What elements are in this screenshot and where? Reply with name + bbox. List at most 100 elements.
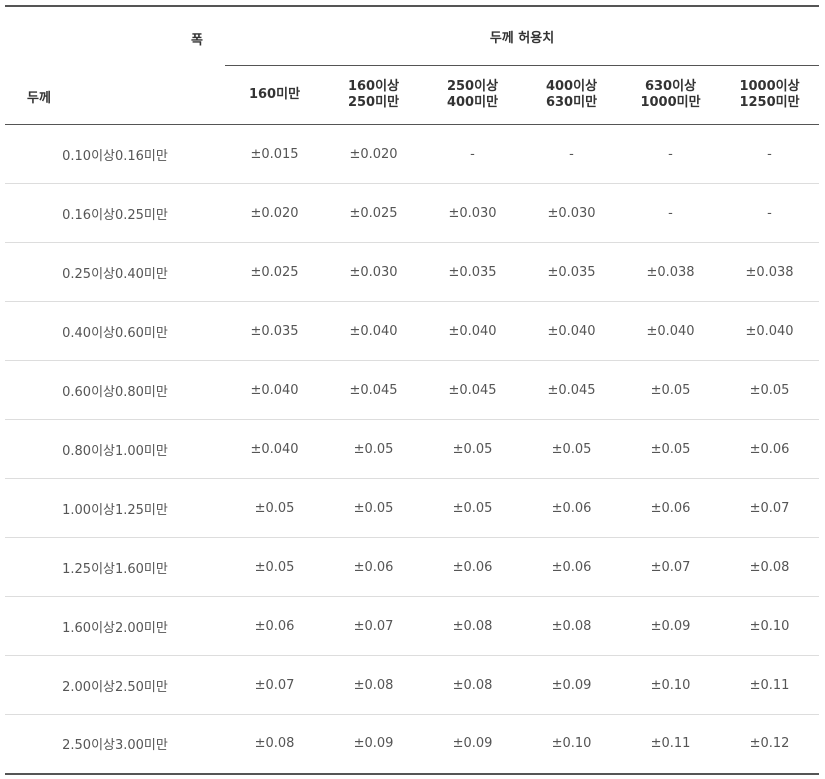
thickness-range-cell: 0.25이상0.40미만: [5, 242, 225, 302]
table-row: 0.25이상0.40미만 ±0.025 ±0.030 ±0.035 ±0.035 ±0.0…: [5, 242, 820, 302]
thickness-range-cell: 0.60이상0.80미만: [5, 360, 225, 420]
tolerance-value-cell: -: [522, 124, 621, 184]
table-row: 2.00이상2.50미만 ±0.07 ±0.08 ±0.08 ±0.09 ±0.10 ±0.…: [5, 655, 820, 715]
thickness-range-label: 2.50이상3.00미만: [62, 738, 168, 754]
tolerance-value-cell: ±0.08: [720, 537, 820, 597]
tolerance-value-cell: ±0.05: [522, 419, 621, 479]
tolerance-value-cell: ±0.05: [423, 419, 522, 479]
tolerance-value-cell: ±0.015: [225, 124, 324, 184]
width-column-header-line2: 1000미만: [640, 95, 701, 110]
tolerance-value-cell: ±0.035: [522, 242, 621, 302]
tolerance-value-cell: ±0.040: [225, 360, 324, 420]
thickness-label: 두께: [27, 91, 51, 106]
tolerance-value-cell: ±0.06: [522, 478, 621, 538]
width-column-header: 250이상 400미만: [423, 65, 522, 125]
tolerance-value-cell: ±0.07: [621, 537, 720, 597]
tolerance-value-cell: ±0.07: [720, 478, 820, 538]
width-column-header: 160미만: [225, 65, 324, 125]
tolerance-value-cell: ±0.05: [324, 478, 423, 538]
thickness-range-label: 0.16이상0.25미만: [62, 207, 168, 223]
tolerance-value-cell: ±0.09: [423, 714, 522, 775]
tolerance-value-cell: ±0.05: [423, 478, 522, 538]
page: 폭 두께 두께 허용치 160미만 160이상 250미만 250이상 400미만 400…: [0, 0, 825, 779]
tolerance-value-cell: ±0.11: [621, 714, 720, 775]
table-body: 0.10이상0.16미만 ±0.015 ±0.020- - - -0.16이상0.25미만…: [5, 124, 820, 775]
width-column-header: 1000이상 1250미만: [720, 65, 820, 125]
tolerance-value-cell: ±0.040: [522, 301, 621, 361]
tolerance-value-cell: ±0.08: [324, 655, 423, 715]
tolerance-value-cell: ±0.08: [423, 655, 522, 715]
tolerance-value-cell: ±0.06: [225, 596, 324, 656]
tolerance-value-cell: ±0.040: [423, 301, 522, 361]
tolerance-value-cell: ±0.07: [324, 596, 423, 656]
tolerance-value-cell: ±0.045: [423, 360, 522, 420]
width-column-header: 630이상 1000미만: [621, 65, 720, 125]
tolerance-value-cell: ±0.12: [720, 714, 820, 775]
width-label: 폭: [191, 33, 203, 48]
tolerance-value-cell: ±0.10: [621, 655, 720, 715]
thickness-range-cell: 0.10이상0.16미만: [5, 124, 225, 184]
table-row: 0.10이상0.16미만 ±0.015 ±0.020- - - -: [5, 124, 820, 184]
tolerance-value-cell: ±0.035: [423, 242, 522, 302]
table-row: 1.25이상1.60미만 ±0.05 ±0.06 ±0.06 ±0.06 ±0.07 ±0.…: [5, 537, 820, 597]
table-row: 0.60이상0.80미만 ±0.040 ±0.045 ±0.045 ±0.045 ±0.0…: [5, 360, 820, 420]
width-column-header-line1: 630이상: [644, 79, 697, 94]
tolerance-value-cell: ±0.07: [225, 655, 324, 715]
tolerance-value-cell: ±0.040: [621, 301, 720, 361]
tolerance-value-cell: ±0.08: [225, 714, 324, 775]
corner-header-cell: 폭 두께: [5, 6, 225, 125]
thickness-range-label: 0.40이상0.60미만: [62, 325, 168, 341]
tolerance-value-cell: ±0.040: [225, 419, 324, 479]
thickness-range-label: 1.00이상1.25미만: [62, 502, 168, 518]
width-column-header-line1: 250이상: [446, 79, 499, 94]
thickness-range-label: 1.25이상1.60미만: [62, 561, 168, 577]
table-row: 0.40이상0.60미만 ±0.035 ±0.040 ±0.040 ±0.040 ±0.0…: [5, 301, 820, 361]
tolerance-value-cell: -: [720, 124, 820, 184]
tolerance-value-cell: ±0.05: [621, 360, 720, 420]
thickness-range-label: 2.00이상2.50미만: [62, 679, 168, 695]
table-row: 0.80이상1.00미만 ±0.040 ±0.05 ±0.05 ±0.05 ±0.05 ±0…: [5, 419, 820, 479]
tolerance-value-cell: ±0.030: [324, 242, 423, 302]
thickness-range-cell: 1.25이상1.60미만: [5, 537, 225, 597]
thickness-range-label: 0.80이상1.00미만: [62, 443, 168, 459]
width-column-header-line1: 1000이상: [739, 79, 800, 94]
tolerance-value-cell: ±0.05: [225, 537, 324, 597]
tolerance-value-cell: ±0.06: [324, 537, 423, 597]
thickness-range-cell: 2.00이상2.50미만: [5, 655, 225, 715]
width-column-header-line1: 400이상: [545, 79, 598, 94]
tolerance-value-cell: ±0.05: [720, 360, 820, 420]
tolerance-value-cell: ±0.040: [720, 301, 820, 361]
tolerance-value-cell: ±0.025: [225, 242, 324, 302]
tolerance-value-cell: ±0.10: [522, 714, 621, 775]
tolerance-value-cell: ±0.09: [522, 655, 621, 715]
tolerance-value-cell: ±0.030: [423, 183, 522, 243]
width-column-header-line1: 160미만: [248, 87, 301, 102]
thickness-range-cell: 1.00이상1.25미만: [5, 478, 225, 538]
table-row: 0.16이상0.25미만 ±0.020 ±0.025 ±0.030 ±0.030- -: [5, 183, 820, 243]
tolerance-value-cell: ±0.020: [225, 183, 324, 243]
tolerance-value-cell: ±0.11: [720, 655, 820, 715]
tolerance-value-cell: ±0.045: [522, 360, 621, 420]
tolerance-value-cell: ±0.035: [225, 301, 324, 361]
thickness-range-cell: 0.16이상0.25미만: [5, 183, 225, 243]
tolerance-value-cell: ±0.08: [522, 596, 621, 656]
tolerance-value-cell: ±0.09: [324, 714, 423, 775]
tolerance-value-cell: -: [423, 124, 522, 184]
width-column-header-line2: 400미만: [446, 95, 499, 110]
tolerance-value-cell: ±0.020: [324, 124, 423, 184]
tolerance-value-cell: ±0.09: [621, 596, 720, 656]
tolerance-value-cell: ±0.05: [621, 419, 720, 479]
thickness-range-label: 1.60이상2.00미만: [62, 620, 168, 636]
tolerance-value-cell: ±0.040: [324, 301, 423, 361]
tolerance-value-cell: ±0.05: [324, 419, 423, 479]
thickness-range-cell: 1.60이상2.00미만: [5, 596, 225, 656]
tolerance-value-cell: ±0.030: [522, 183, 621, 243]
tolerance-value-cell: ±0.038: [621, 242, 720, 302]
table-header: 폭 두께 두께 허용치 160미만 160이상 250미만 250이상 400미만 400…: [5, 6, 820, 125]
thickness-range-cell: 0.40이상0.60미만: [5, 301, 225, 361]
tolerance-value-cell: ±0.08: [423, 596, 522, 656]
tolerance-value-cell: -: [621, 183, 720, 243]
thickness-range-label: 0.60이상0.80미만: [62, 384, 168, 400]
thickness-range-label: 0.10이상0.16미만: [62, 148, 168, 164]
table-row: 1.00이상1.25미만 ±0.05 ±0.05 ±0.05 ±0.06 ±0.06 ±0.…: [5, 478, 820, 538]
